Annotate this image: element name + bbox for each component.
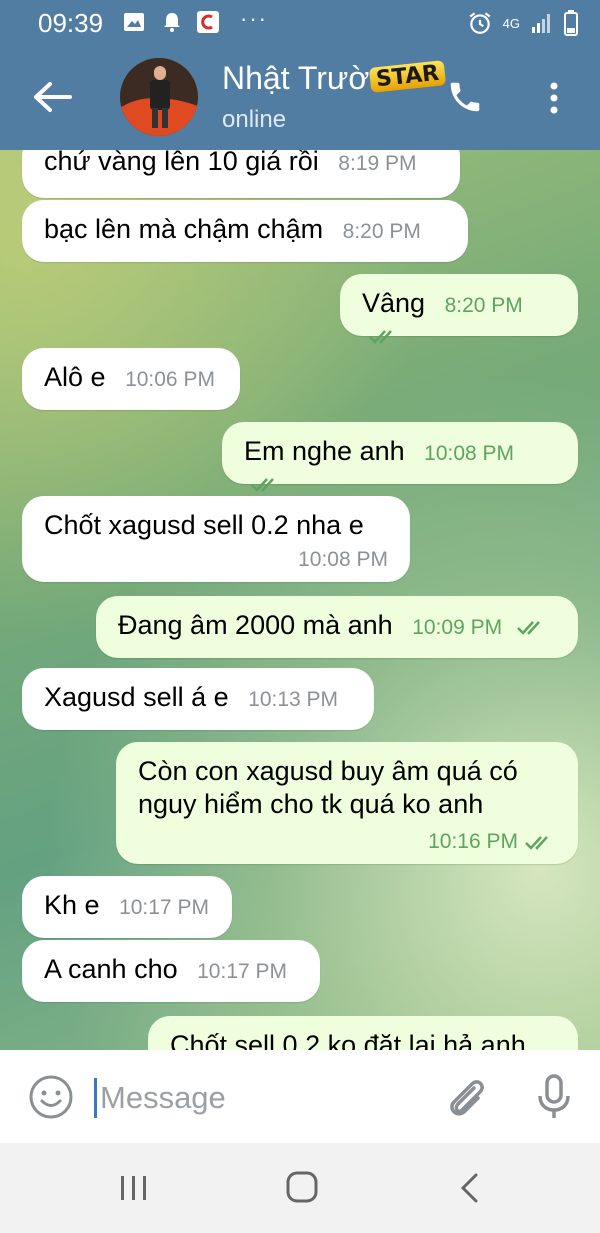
app-c-icon [197, 11, 219, 33]
message-time: 10:17 PM [197, 960, 288, 983]
emoji-icon[interactable] [28, 1074, 74, 1120]
home-icon[interactable] [285, 1170, 319, 1204]
status-right-icons: 4G [467, 8, 578, 38]
message-incoming[interactable]: chứ vàng lên 10 giá rồi 8:19 PM [22, 150, 460, 198]
message-time: 8:20 PM [444, 294, 523, 317]
chat-title[interactable]: Nhật Trườ [222, 60, 369, 97]
message-incoming[interactable]: Kh e 10:17 PM [22, 876, 232, 938]
message-incoming[interactable]: bạc lên mà chậm chậm 8:20 PM [22, 200, 468, 262]
message-time: 8:19 PM [338, 152, 417, 175]
alarm-icon [469, 12, 491, 34]
more-notifications-icon: ··· [240, 6, 268, 31]
status-bar: 09:39 ··· 4G [0, 0, 600, 48]
phone-icon[interactable] [446, 78, 484, 116]
message-list[interactable]: chứ vàng lên 10 giá rồi 8:19 PM bạc lên … [0, 150, 600, 1050]
message-text: Kh e [44, 890, 100, 920]
message-meta: 10:16 PM [428, 830, 556, 854]
message-incoming[interactable]: Xagusd sell á e 10:13 PM [22, 668, 374, 730]
status-time: 09:39 [38, 8, 104, 38]
avatar-photo [120, 58, 198, 136]
message-outgoing[interactable]: Chốt sell 0.2 ko đặt lại hả anh [148, 1016, 578, 1050]
microphone-icon[interactable] [534, 1072, 574, 1122]
chat-status: online [222, 106, 287, 133]
read-double-check-icon [525, 836, 548, 850]
paperclip-icon[interactable] [444, 1074, 488, 1122]
message-time: 10:08 PM [424, 442, 515, 465]
battery-icon [564, 10, 578, 36]
message-time: 10:16 PM [428, 830, 518, 853]
message-text: Chốt sell 0.2 ko đặt lại hả anh [170, 1030, 526, 1050]
message-incoming[interactable]: Chốt xagusd sell 0.2 nha e 10:08 PM [22, 496, 410, 582]
message-time: 10:13 PM [248, 688, 339, 711]
message-time: 10:06 PM [125, 368, 215, 391]
message-outgoing[interactable]: Vâng 8:20 PM [340, 274, 578, 344]
message-time: 10:09 PM [412, 616, 503, 639]
message-text-line: Còn con xagusd buy âm quá có [138, 756, 518, 786]
signal-icon [532, 14, 550, 33]
message-outgoing[interactable]: Còn con xagusd buy âm quá có nguy hiểm c… [116, 742, 578, 864]
back-chevron-icon[interactable] [458, 1172, 482, 1204]
message-text: Đang âm 2000 mà anh [118, 610, 393, 640]
message-text: Chốt xagusd sell 0.2 nha e [44, 510, 364, 540]
gallery-icon [124, 13, 144, 31]
network-type: 4G [502, 15, 520, 31]
notification-bell-icon [164, 13, 180, 32]
read-double-check-icon [516, 621, 540, 635]
message-outgoing[interactable]: Đang âm 2000 mà anh 10:09 PM [96, 596, 578, 658]
message-text: chứ vàng lên 10 giá rồi [44, 150, 319, 176]
more-vertical-icon[interactable] [540, 78, 568, 118]
message-text: A canh cho [44, 954, 178, 984]
message-text: Em nghe anh [244, 436, 405, 466]
back-arrow-icon[interactable] [30, 80, 74, 114]
message-outgoing[interactable]: Em nghe anh 10:08 PM [222, 422, 578, 492]
top-bar: 09:39 ··· 4G Nhật Trườ STAR online [0, 0, 600, 150]
message-time: 8:20 PM [342, 220, 421, 243]
message-incoming[interactable]: A canh cho 10:17 PM [22, 940, 320, 1002]
message-time: 10:17 PM [119, 896, 209, 919]
read-double-check-icon [369, 330, 392, 344]
message-time: 10:08 PM [298, 548, 388, 571]
message-text: Vâng [362, 288, 426, 318]
message-text-line: nguy hiểm cho tk quá ko anh [138, 789, 484, 819]
read-double-check-icon [251, 478, 274, 492]
avatar[interactable] [120, 58, 198, 136]
message-text: Alô e [44, 362, 106, 392]
message-text: Xagusd sell á e [44, 682, 229, 712]
star-badge: STAR [368, 60, 447, 93]
message-input[interactable] [98, 1072, 432, 1124]
text-cursor [94, 1078, 97, 1118]
message-text: bạc lên mà chậm chậm [44, 214, 324, 244]
recent-apps-icon[interactable] [118, 1174, 150, 1202]
message-incoming[interactable]: Alô e 10:06 PM [22, 348, 240, 410]
